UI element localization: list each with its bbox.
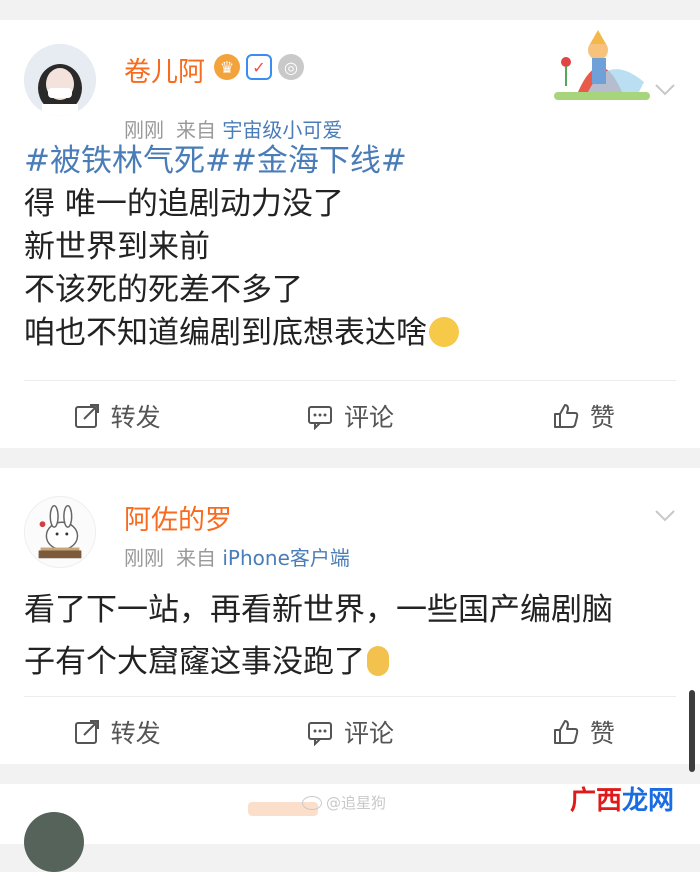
logo-part1: 广西 xyxy=(570,786,623,816)
logo-part2: 龙网 xyxy=(622,786,675,816)
post-meta: 刚刚 来自 宇宙级小可爱 xyxy=(124,114,342,143)
repost-button[interactable]: 转发 xyxy=(0,698,233,766)
site-logo: 广西龙网 xyxy=(570,780,674,817)
scrollbar[interactable] xyxy=(689,690,695,772)
repost-button[interactable]: 转发 xyxy=(0,382,233,450)
vip-crown-icon[interactable]: ♛ xyxy=(214,54,240,80)
user-avatar[interactable] xyxy=(24,496,96,568)
like-icon xyxy=(553,720,579,744)
medal-icon[interactable]: ◎ xyxy=(278,54,304,80)
comment-icon xyxy=(307,406,332,430)
repost-label: 转发 xyxy=(110,719,161,748)
post-line: 得 唯一的追剧动力没了 xyxy=(24,186,344,222)
comment-icon xyxy=(307,722,332,746)
user-avatar[interactable] xyxy=(24,44,96,116)
post-source[interactable]: iPhone客户端 xyxy=(222,546,350,570)
post-text: #被铁林气死##金海下线# 得 唯一的追剧动力没了 新世界到来前 不该死的死差不… xyxy=(24,140,676,355)
post-line: 咱也不知道编剧到底想表达啥 xyxy=(24,315,427,351)
weibo-icon xyxy=(302,795,322,810)
like-button[interactable]: 赞 xyxy=(467,698,700,766)
comment-label: 评论 xyxy=(343,719,394,748)
post-meta: 刚刚 来自 iPhone客户端 xyxy=(124,542,350,571)
crying-emoji xyxy=(367,646,389,676)
repost-icon xyxy=(74,720,99,744)
comment-label: 评论 xyxy=(343,403,394,432)
post-time: 刚刚 xyxy=(124,118,164,142)
action-bar: 转发 评论 赞 xyxy=(0,698,700,766)
chevron-down-icon[interactable] xyxy=(652,502,678,528)
post-text: 看了下一站，再看新世界，一些国产编剧脑 子有个大窟窿这事没跑了 xyxy=(24,584,676,688)
chevron-down-icon[interactable] xyxy=(652,76,678,102)
divider xyxy=(24,696,676,697)
post-line: 子有个大窟窿这事没跑了 xyxy=(24,644,365,680)
comment-button[interactable]: 评论 xyxy=(233,698,466,766)
comment-button[interactable]: 评论 xyxy=(233,382,466,450)
like-icon xyxy=(553,404,579,428)
post-line: 不该死的死差不多了 xyxy=(24,272,303,308)
repost-label: 转发 xyxy=(110,403,161,432)
username[interactable]: 卷儿阿 xyxy=(124,50,205,89)
user-badges: ♛ ✓ ◎ xyxy=(214,54,304,80)
card-decoration-image xyxy=(548,22,652,114)
post-line: 看了下一站，再看新世界，一些国产编剧脑 xyxy=(24,592,613,628)
repost-icon xyxy=(74,404,99,428)
like-label: 赞 xyxy=(589,719,615,748)
like-label: 赞 xyxy=(589,403,615,432)
hashtag-link[interactable]: #被铁林气死##金海下线# xyxy=(24,140,676,183)
action-bar: 转发 评论 赞 xyxy=(0,382,700,450)
like-button[interactable]: 赞 xyxy=(467,382,700,450)
post-line: 新世界到来前 xyxy=(24,229,210,265)
source-prefix: 来自 xyxy=(176,118,216,142)
watermark-text: @追星狗 xyxy=(326,794,387,812)
grinning-emoji xyxy=(429,317,459,347)
user-avatar[interactable] xyxy=(24,812,84,872)
post-source[interactable]: 宇宙级小可爱 xyxy=(222,118,342,142)
source-prefix: 来自 xyxy=(176,546,216,570)
post-card-2: 阿佐的罗 刚刚 来自 iPhone客户端 看了下一站，再看新世界，一些国产编剧脑… xyxy=(0,468,700,764)
watermark: @追星狗 xyxy=(302,792,386,813)
post-time: 刚刚 xyxy=(124,546,164,570)
username[interactable]: 阿佐的罗 xyxy=(124,498,232,537)
verified-icon[interactable]: ✓ xyxy=(246,54,272,80)
divider xyxy=(24,380,676,381)
post-card-1: 卷儿阿 ♛ ✓ ◎ 刚刚 来自 宇宙级小可爱 #被铁林气死##金海下线# 得 唯… xyxy=(0,20,700,448)
